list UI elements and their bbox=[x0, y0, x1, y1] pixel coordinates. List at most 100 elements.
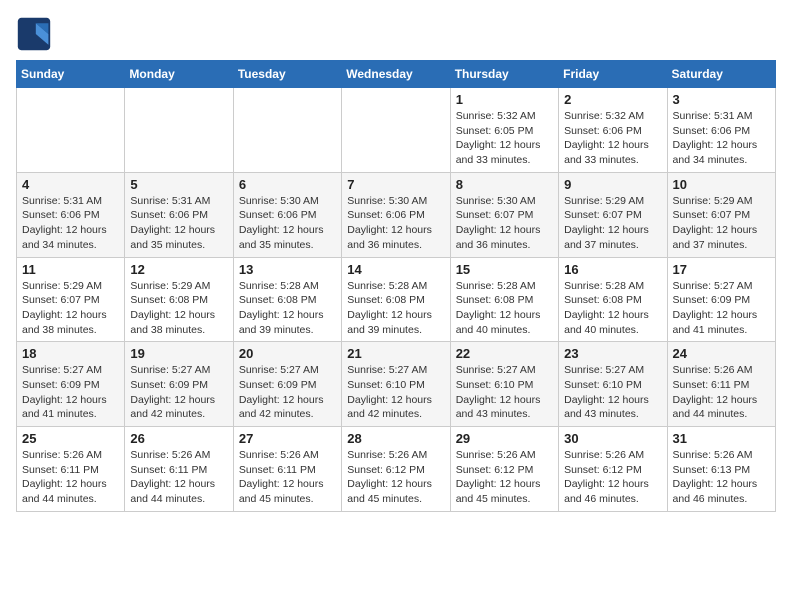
cell-content: Sunrise: 5:26 AM Sunset: 6:13 PM Dayligh… bbox=[673, 448, 770, 507]
day-number: 21 bbox=[347, 346, 444, 361]
day-number: 26 bbox=[130, 431, 227, 446]
cell-content: Sunrise: 5:26 AM Sunset: 6:11 PM Dayligh… bbox=[673, 363, 770, 422]
calendar-cell: 1Sunrise: 5:32 AM Sunset: 6:05 PM Daylig… bbox=[450, 88, 558, 173]
cell-content: Sunrise: 5:27 AM Sunset: 6:09 PM Dayligh… bbox=[22, 363, 119, 422]
calendar-cell: 24 Sunrise: 5:26 AM Sunset: 6:11 PM Dayli… bbox=[667, 342, 775, 427]
calendar-cell: 28 Sunrise: 5:26 AM Sunset: 6:12 PM Dayli… bbox=[342, 427, 450, 512]
day-number: 16 bbox=[564, 262, 661, 277]
day-number: 12 bbox=[130, 262, 227, 277]
cell-content: Sunrise: 5:27 AM Sunset: 6:10 PM Dayligh… bbox=[347, 363, 444, 422]
calendar-header-row: SundayMondayTuesdayWednesdayThursdayFrid… bbox=[17, 61, 776, 88]
cell-content: Sunrise: 5:31 AM Sunset: 6:06 PM Dayligh… bbox=[130, 194, 227, 253]
calendar-cell: 6 Sunrise: 5:30 AM Sunset: 6:06 PM Daylig… bbox=[233, 172, 341, 257]
cell-content: Sunrise: 5:26 AM Sunset: 6:12 PM Dayligh… bbox=[456, 448, 553, 507]
day-number: 29 bbox=[456, 431, 553, 446]
day-header-tuesday: Tuesday bbox=[233, 61, 341, 88]
cell-content: Sunrise: 5:27 AM Sunset: 6:10 PM Dayligh… bbox=[456, 363, 553, 422]
calendar-cell: 12 Sunrise: 5:29 AM Sunset: 6:08 PM Dayli… bbox=[125, 257, 233, 342]
cell-content: Sunrise: 5:26 AM Sunset: 6:11 PM Dayligh… bbox=[130, 448, 227, 507]
cell-content: Sunrise: 5:27 AM Sunset: 6:10 PM Dayligh… bbox=[564, 363, 661, 422]
calendar-cell: 16Sunrise: 5:28 AM Sunset: 6:08 PM Dayli… bbox=[559, 257, 667, 342]
day-number: 13 bbox=[239, 262, 336, 277]
day-number: 23 bbox=[564, 346, 661, 361]
calendar-week-5: 25 Sunrise: 5:26 AM Sunset: 6:11 PM Dayli… bbox=[17, 427, 776, 512]
calendar-cell bbox=[125, 88, 233, 173]
calendar-cell: 29 Sunrise: 5:26 AM Sunset: 6:12 PM Dayli… bbox=[450, 427, 558, 512]
calendar-cell bbox=[17, 88, 125, 173]
day-number: 18 bbox=[22, 346, 119, 361]
calendar-cell: 30 Sunrise: 5:26 AM Sunset: 6:12 PM Dayli… bbox=[559, 427, 667, 512]
cell-content: Sunrise: 5:27 AM Sunset: 6:09 PM Dayligh… bbox=[130, 363, 227, 422]
calendar-cell: 19 Sunrise: 5:27 AM Sunset: 6:09 PM Dayli… bbox=[125, 342, 233, 427]
calendar-cell: 15Sunrise: 5:28 AM Sunset: 6:08 PM Dayli… bbox=[450, 257, 558, 342]
calendar-cell: 9 Sunrise: 5:29 AM Sunset: 6:07 PM Daylig… bbox=[559, 172, 667, 257]
cell-content: Sunrise: 5:31 AM Sunset: 6:06 PM Dayligh… bbox=[673, 109, 770, 168]
day-header-sunday: Sunday bbox=[17, 61, 125, 88]
calendar-cell: 26 Sunrise: 5:26 AM Sunset: 6:11 PM Dayli… bbox=[125, 427, 233, 512]
calendar-cell bbox=[233, 88, 341, 173]
calendar-table: SundayMondayTuesdayWednesdayThursdayFrid… bbox=[16, 60, 776, 512]
calendar-body: 1Sunrise: 5:32 AM Sunset: 6:05 PM Daylig… bbox=[17, 88, 776, 512]
calendar-cell: 3 Sunrise: 5:31 AM Sunset: 6:06 PM Daylig… bbox=[667, 88, 775, 173]
cell-content: Sunrise: 5:26 AM Sunset: 6:12 PM Dayligh… bbox=[347, 448, 444, 507]
calendar-cell: 31 Sunrise: 5:26 AM Sunset: 6:13 PM Dayli… bbox=[667, 427, 775, 512]
day-number: 19 bbox=[130, 346, 227, 361]
calendar-cell: 17 Sunrise: 5:27 AM Sunset: 6:09 PM Dayli… bbox=[667, 257, 775, 342]
day-number: 25 bbox=[22, 431, 119, 446]
cell-content: Sunrise: 5:27 AM Sunset: 6:09 PM Dayligh… bbox=[673, 279, 770, 338]
day-number: 28 bbox=[347, 431, 444, 446]
calendar-cell: 11 Sunrise: 5:29 AM Sunset: 6:07 PM Dayli… bbox=[17, 257, 125, 342]
calendar-cell: 21 Sunrise: 5:27 AM Sunset: 6:10 PM Dayli… bbox=[342, 342, 450, 427]
cell-content: Sunrise: 5:29 AM Sunset: 6:07 PM Dayligh… bbox=[22, 279, 119, 338]
calendar-week-3: 11 Sunrise: 5:29 AM Sunset: 6:07 PM Dayli… bbox=[17, 257, 776, 342]
day-number: 9 bbox=[564, 177, 661, 192]
page-header bbox=[16, 16, 776, 52]
day-number: 30 bbox=[564, 431, 661, 446]
day-number: 2 bbox=[564, 92, 661, 107]
day-number: 7 bbox=[347, 177, 444, 192]
day-header-wednesday: Wednesday bbox=[342, 61, 450, 88]
calendar-cell: 20 Sunrise: 5:27 AM Sunset: 6:09 PM Dayli… bbox=[233, 342, 341, 427]
cell-content: Sunrise: 5:29 AM Sunset: 6:07 PM Dayligh… bbox=[564, 194, 661, 253]
day-number: 3 bbox=[673, 92, 770, 107]
day-number: 31 bbox=[673, 431, 770, 446]
calendar-cell: 8Sunrise: 5:30 AM Sunset: 6:07 PM Daylig… bbox=[450, 172, 558, 257]
cell-content: Sunrise: 5:30 AM Sunset: 6:07 PM Dayligh… bbox=[456, 194, 553, 253]
cell-content: Sunrise: 5:26 AM Sunset: 6:11 PM Dayligh… bbox=[239, 448, 336, 507]
calendar-cell: 10 Sunrise: 5:29 AM Sunset: 6:07 PM Dayli… bbox=[667, 172, 775, 257]
day-header-saturday: Saturday bbox=[667, 61, 775, 88]
cell-content: Sunrise: 5:31 AM Sunset: 6:06 PM Dayligh… bbox=[22, 194, 119, 253]
cell-content: Sunrise: 5:29 AM Sunset: 6:08 PM Dayligh… bbox=[130, 279, 227, 338]
calendar-cell: 23 Sunrise: 5:27 AM Sunset: 6:10 PM Dayli… bbox=[559, 342, 667, 427]
cell-content: Sunrise: 5:32 AM Sunset: 6:06 PM Dayligh… bbox=[564, 109, 661, 168]
calendar-week-2: 4 Sunrise: 5:31 AM Sunset: 6:06 PM Daylig… bbox=[17, 172, 776, 257]
cell-content: Sunrise: 5:26 AM Sunset: 6:12 PM Dayligh… bbox=[564, 448, 661, 507]
day-number: 1 bbox=[456, 92, 553, 107]
cell-content: Sunrise: 5:26 AM Sunset: 6:11 PM Dayligh… bbox=[22, 448, 119, 507]
calendar-cell: 22 Sunrise: 5:27 AM Sunset: 6:10 PM Dayli… bbox=[450, 342, 558, 427]
cell-content: Sunrise: 5:30 AM Sunset: 6:06 PM Dayligh… bbox=[347, 194, 444, 253]
day-number: 11 bbox=[22, 262, 119, 277]
calendar-week-4: 18 Sunrise: 5:27 AM Sunset: 6:09 PM Dayli… bbox=[17, 342, 776, 427]
day-number: 10 bbox=[673, 177, 770, 192]
logo-icon bbox=[16, 16, 52, 52]
cell-content: Sunrise: 5:29 AM Sunset: 6:07 PM Dayligh… bbox=[673, 194, 770, 253]
day-number: 22 bbox=[456, 346, 553, 361]
day-number: 4 bbox=[22, 177, 119, 192]
cell-content: Sunrise: 5:28 AM Sunset: 6:08 PM Dayligh… bbox=[456, 279, 553, 338]
day-number: 17 bbox=[673, 262, 770, 277]
cell-content: Sunrise: 5:30 AM Sunset: 6:06 PM Dayligh… bbox=[239, 194, 336, 253]
day-number: 6 bbox=[239, 177, 336, 192]
day-header-friday: Friday bbox=[559, 61, 667, 88]
calendar-cell: 13Sunrise: 5:28 AM Sunset: 6:08 PM Dayli… bbox=[233, 257, 341, 342]
cell-content: Sunrise: 5:28 AM Sunset: 6:08 PM Dayligh… bbox=[347, 279, 444, 338]
calendar-cell: 2 Sunrise: 5:32 AM Sunset: 6:06 PM Daylig… bbox=[559, 88, 667, 173]
calendar-cell: 14Sunrise: 5:28 AM Sunset: 6:08 PM Dayli… bbox=[342, 257, 450, 342]
cell-content: Sunrise: 5:27 AM Sunset: 6:09 PM Dayligh… bbox=[239, 363, 336, 422]
day-number: 20 bbox=[239, 346, 336, 361]
calendar-cell: 25 Sunrise: 5:26 AM Sunset: 6:11 PM Dayli… bbox=[17, 427, 125, 512]
calendar-cell: 27Sunrise: 5:26 AM Sunset: 6:11 PM Dayli… bbox=[233, 427, 341, 512]
calendar-cell: 4 Sunrise: 5:31 AM Sunset: 6:06 PM Daylig… bbox=[17, 172, 125, 257]
calendar-cell bbox=[342, 88, 450, 173]
day-number: 24 bbox=[673, 346, 770, 361]
